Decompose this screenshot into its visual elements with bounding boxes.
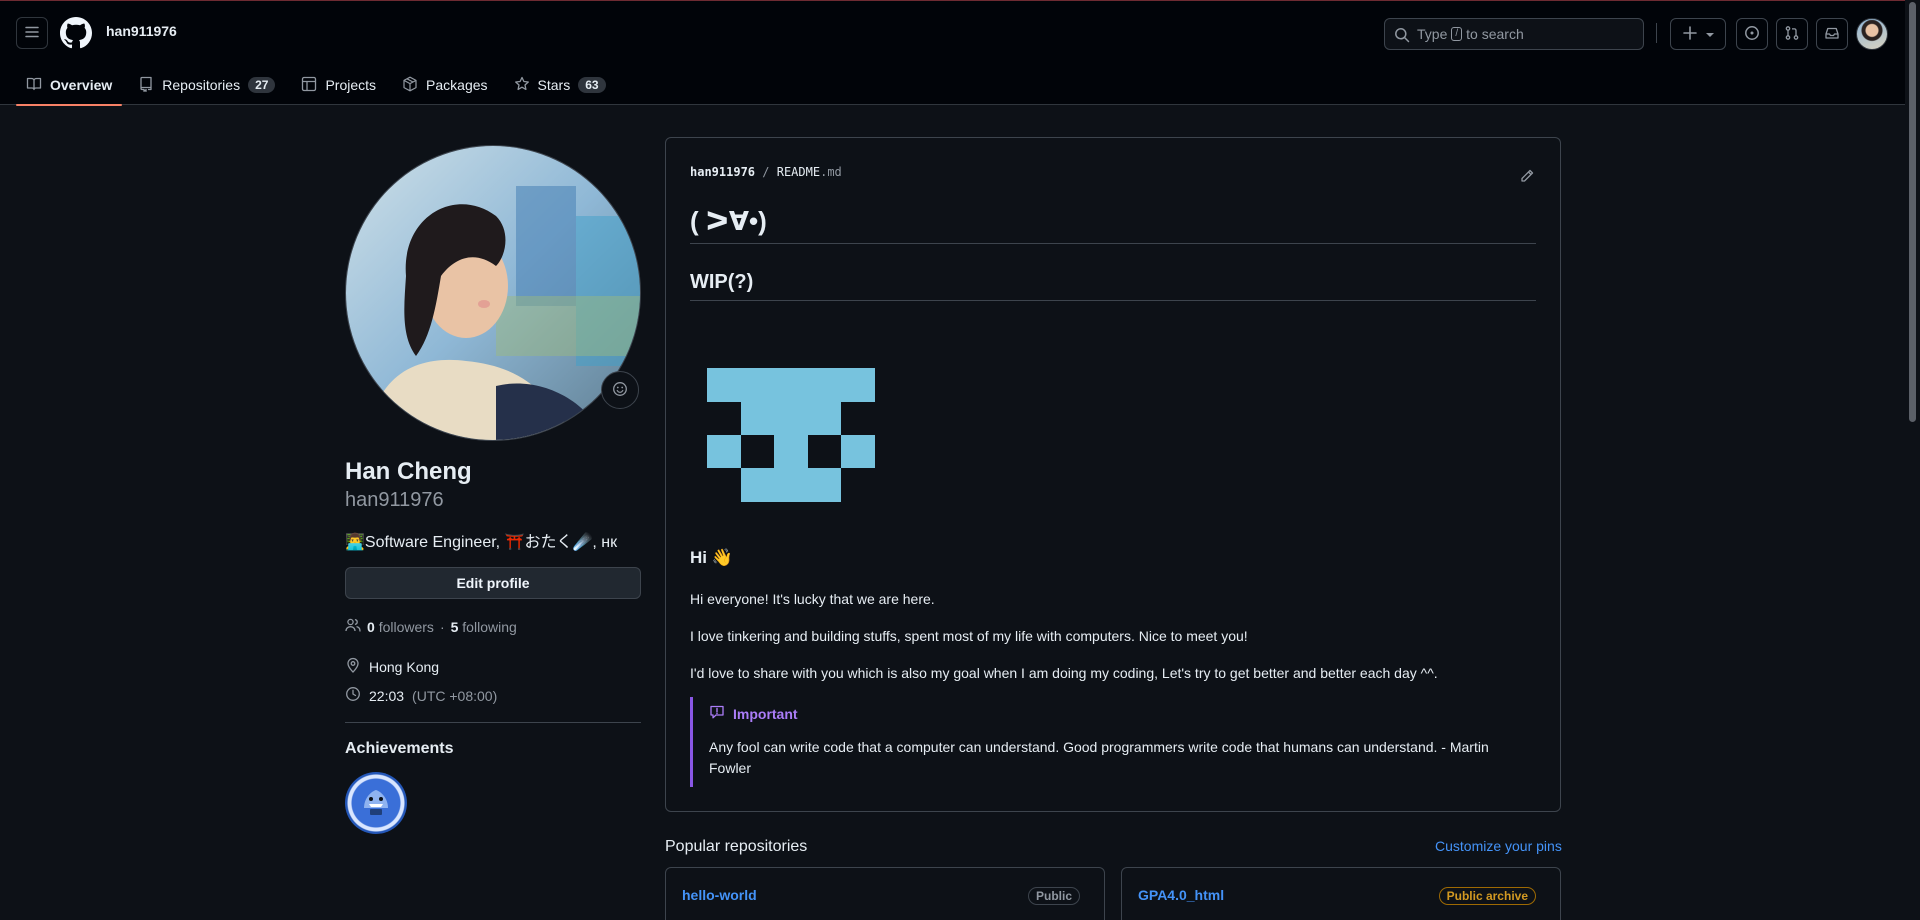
readme-path-file[interactable]: README (777, 165, 820, 179)
readme-path-sep: / (762, 165, 770, 179)
table-icon (301, 76, 317, 95)
tab-label: Stars (537, 77, 571, 93)
plus-icon (1682, 25, 1698, 44)
book-icon (26, 76, 42, 95)
readme-heading-2: WIP(?) (690, 271, 1536, 301)
tab-label: Packages (426, 77, 488, 93)
achievement-badge[interactable] (345, 772, 407, 834)
git-pull-request-icon (1784, 25, 1800, 44)
profile-local-time: 22:03 (UTC +08:00) (345, 686, 497, 705)
package-icon (402, 76, 418, 95)
pull-requests-button[interactable] (1776, 18, 1808, 50)
pencil-icon[interactable] (1519, 168, 1535, 187)
readme-paragraph: Hi everyone! It's lucky that we are here… (690, 591, 935, 607)
profile-tabs: Overview Repositories 27 Projects Packag… (16, 65, 622, 106)
follow-separator: · (439, 618, 445, 635)
search-input[interactable]: Type / to search (1384, 18, 1644, 50)
profile-login: han911976 (345, 489, 444, 511)
stars-counter: 63 (578, 77, 606, 93)
star-icon (514, 76, 530, 95)
header-username[interactable]: han911976 (106, 23, 177, 39)
search-shortcut-key: / (1451, 27, 1463, 41)
callout-body: Any fool can write code that a computer … (709, 739, 1489, 776)
search-placeholder-suffix: to search (1466, 26, 1524, 42)
tab-label: Overview (50, 77, 113, 93)
profile-name: Han Cheng (345, 458, 472, 485)
repo-visibility-badge: Public archive (1438, 887, 1536, 905)
menu-button[interactable] (16, 17, 48, 49)
customize-pins-link[interactable]: Customize your pins (1435, 838, 1562, 854)
edit-profile-button[interactable]: Edit profile (345, 567, 641, 599)
repo-visibility-badge: Public (1027, 887, 1080, 905)
repo-icon (138, 76, 154, 95)
local-time-value: 22:03 (369, 687, 405, 704)
following-count: 5 (450, 618, 459, 635)
issue-opened-icon (1744, 25, 1760, 44)
followers-link[interactable]: 0 followers (367, 619, 434, 635)
location-icon (345, 657, 361, 676)
report-icon (709, 704, 725, 723)
readme-path-ext: .md (820, 165, 842, 179)
readme-paragraph: I'd love to share with you which is also… (690, 665, 1438, 681)
smiley-icon (612, 381, 628, 400)
following-label: following (462, 618, 517, 635)
inbox-icon (1824, 25, 1840, 44)
scrollbar-thumb[interactable] (1909, 2, 1916, 422)
repo-name-link[interactable]: GPA4.0_html (1138, 887, 1224, 903)
tab-projects[interactable]: Projects (291, 65, 386, 105)
followers-label: followers (378, 618, 434, 635)
callout-title: Important (709, 704, 798, 723)
pixel-art-image (707, 368, 875, 505)
clock-icon (345, 686, 361, 705)
popular-repos-title: Popular repositories (665, 838, 808, 855)
search-placeholder-prefix: Type (1417, 26, 1448, 42)
tab-label: Repositories (162, 77, 241, 93)
tab-stars[interactable]: Stars 63 (504, 65, 616, 105)
repositories-counter: 27 (248, 77, 276, 93)
page-scrollbar[interactable] (1905, 0, 1920, 920)
create-new-button[interactable] (1670, 18, 1726, 50)
readme-heading-1: ( ᐳ∀•) (690, 206, 1536, 244)
repo-card: hello-world Public (665, 867, 1105, 920)
timezone-text: (UTC +08:00) (412, 687, 498, 704)
profile-location: Hong Kong (345, 657, 439, 676)
profile-avatar[interactable] (345, 145, 641, 441)
repo-name-link[interactable]: hello-world (682, 887, 757, 903)
tab-repositories[interactable]: Repositories 27 (128, 65, 285, 105)
readme-paragraph: I love tinkering and building stuffs, sp… (690, 628, 1248, 644)
tab-packages[interactable]: Packages (392, 65, 497, 105)
hamburger-icon (24, 24, 40, 43)
header-divider (1656, 23, 1657, 43)
location-text: Hong Kong (369, 658, 440, 675)
callout-title-text: Important (733, 705, 798, 722)
achievements-title[interactable]: Achievements (345, 740, 454, 758)
tab-label: Projects (325, 77, 377, 93)
user-avatar-menu[interactable] (1856, 18, 1888, 50)
readme-path: han911976 / README.md (690, 165, 842, 179)
tab-overview[interactable]: Overview (16, 65, 123, 106)
readme-path-user[interactable]: han911976 (690, 165, 755, 179)
important-callout: Important Any fool can write code that a… (690, 697, 1536, 787)
following-link[interactable]: 5 following (451, 619, 517, 635)
readme-heading-3: Hi 👋 (690, 548, 733, 567)
follow-stats: 0 followers · 5 following (345, 617, 517, 636)
github-logo-icon[interactable] (60, 17, 92, 49)
triangle-down-icon (1706, 26, 1714, 42)
inbox-button[interactable] (1816, 18, 1848, 50)
profile-bio: 👨‍💻Software Engineer, ⛩️おたく☄️, нк (345, 534, 618, 551)
global-header: han911976 Type / to search Overview Repo… (0, 0, 1905, 106)
sidebar-divider (345, 722, 641, 723)
people-icon (345, 617, 361, 636)
repo-card: GPA4.0_html Public archive (1121, 867, 1561, 920)
issues-button[interactable] (1736, 18, 1768, 50)
search-icon (1394, 27, 1410, 46)
profile-readme: han911976 / README.md ( ᐳ∀•) WIP(?) Hi 👋… (665, 137, 1561, 812)
followers-count: 0 (367, 618, 375, 635)
set-status-button[interactable] (601, 371, 639, 409)
shark-icon (356, 782, 396, 825)
